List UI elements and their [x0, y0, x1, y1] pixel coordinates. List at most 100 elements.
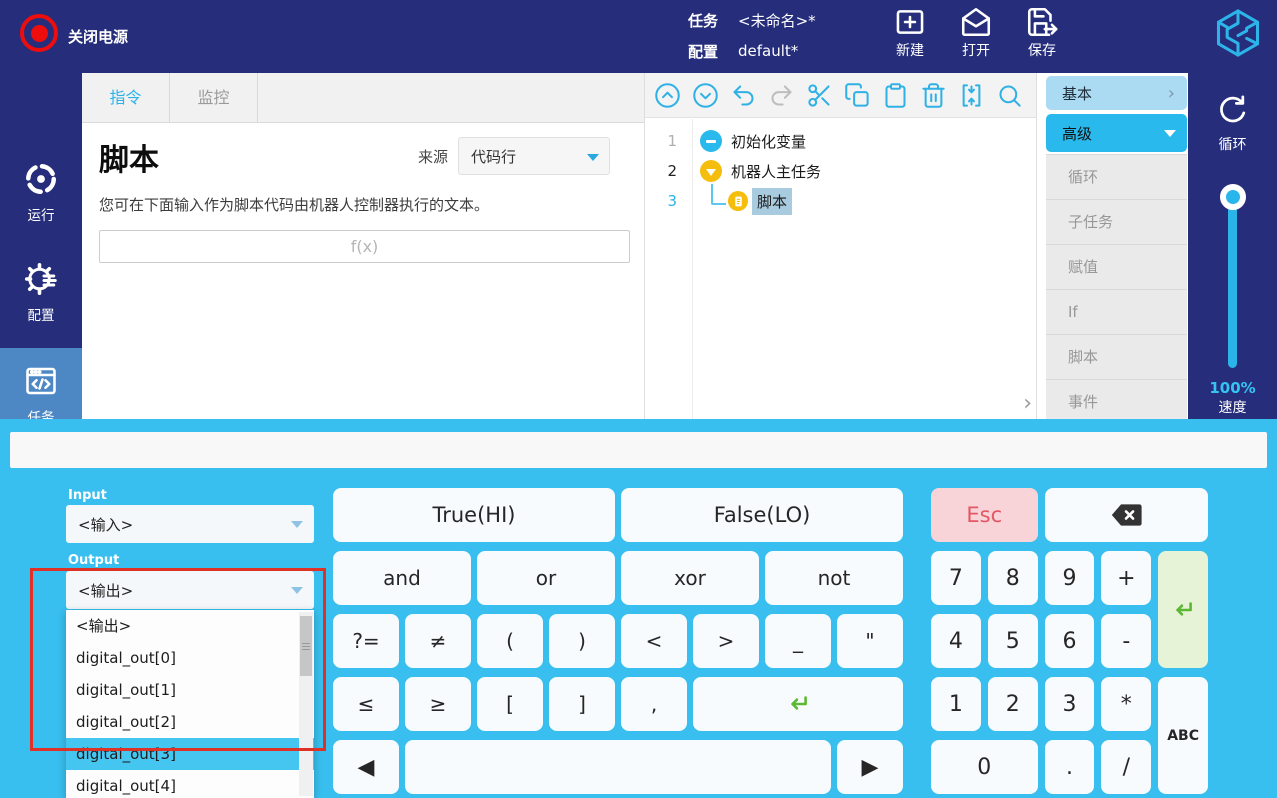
- dropdown-scrollbar[interactable]: [299, 612, 313, 796]
- key-asterisk[interactable]: *: [1101, 677, 1152, 731]
- palette-group-basic[interactable]: 基本 ›: [1046, 76, 1187, 110]
- key-underscore[interactable]: _: [765, 614, 831, 668]
- key-5[interactable]: 5: [987, 614, 1038, 668]
- open-task-button[interactable]: 打开: [959, 5, 993, 60]
- tree-row-init-variables[interactable]: 1 初始化变量: [645, 126, 1036, 156]
- enter-icon: [1170, 597, 1196, 623]
- key-4[interactable]: 4: [931, 614, 981, 668]
- key-minus[interactable]: -: [1101, 614, 1152, 668]
- key-greater-than[interactable]: >: [693, 614, 759, 668]
- chevron-down-icon: [587, 154, 600, 161]
- script-expression-input[interactable]: [99, 230, 630, 263]
- key-2[interactable]: 2: [987, 677, 1038, 731]
- key-bracket-close[interactable]: ]: [549, 677, 615, 731]
- line-number: 3: [667, 192, 677, 210]
- key-paren-close[interactable]: ): [549, 614, 615, 668]
- key-8[interactable]: 8: [987, 551, 1038, 605]
- delete-button[interactable]: [920, 82, 947, 109]
- space-key[interactable]: [405, 740, 831, 794]
- tab-monitor[interactable]: 监控: [170, 73, 258, 122]
- key-greater-equal[interactable]: ≥: [405, 677, 471, 731]
- numpad-enter-key[interactable]: [1158, 551, 1208, 668]
- new-task-button[interactable]: 新建: [893, 5, 927, 60]
- copy-button[interactable]: [844, 82, 871, 109]
- source-label: 来源: [418, 147, 449, 166]
- tree-row-script[interactable]: 3 脚本: [645, 186, 1036, 216]
- move-up-button[interactable]: [654, 82, 681, 109]
- key-quote[interactable]: ": [837, 614, 903, 668]
- source-select[interactable]: 代码行: [458, 137, 611, 175]
- key-1[interactable]: 1: [931, 677, 981, 731]
- expression-input-field[interactable]: [10, 432, 1267, 468]
- open-icon: [959, 5, 993, 39]
- key-plus[interactable]: +: [1101, 551, 1152, 605]
- enter-key[interactable]: [693, 677, 903, 731]
- palette-item-subtask[interactable]: 子任务: [1046, 200, 1187, 245]
- key-dot[interactable]: .: [1044, 740, 1095, 794]
- palette-item-loop[interactable]: 循环: [1046, 155, 1187, 200]
- panel-expand-chevron[interactable]: ›: [1023, 391, 1032, 416]
- cursor-right-key[interactable]: ▶: [837, 740, 903, 794]
- paste-button[interactable]: [882, 82, 909, 109]
- speed-slider-thumb[interactable]: [1220, 184, 1246, 210]
- scrollbar-thumb[interactable]: [300, 616, 312, 676]
- key-not[interactable]: not: [765, 551, 903, 605]
- redo-button[interactable]: [768, 82, 795, 109]
- script-node-icon: [728, 191, 748, 211]
- tab-instruction[interactable]: 指令: [82, 73, 170, 122]
- line-number: 1: [667, 132, 677, 150]
- esc-key[interactable]: Esc: [931, 488, 1038, 542]
- palette-item-assign[interactable]: 赋值: [1046, 245, 1187, 290]
- dropdown-option[interactable]: digital_out[0]: [66, 642, 314, 674]
- key-comma[interactable]: ,: [621, 677, 687, 731]
- key-3[interactable]: 3: [1044, 677, 1095, 731]
- dropdown-option-highlighted[interactable]: digital_out[3]: [66, 738, 314, 770]
- key-or[interactable]: or: [477, 551, 615, 605]
- search-button[interactable]: [996, 82, 1023, 109]
- backspace-key[interactable]: [1044, 488, 1208, 542]
- key-6[interactable]: 6: [1044, 614, 1095, 668]
- key-less-equal[interactable]: ≤: [333, 677, 399, 731]
- key-7[interactable]: 7: [931, 551, 981, 605]
- key-slash[interactable]: /: [1101, 740, 1152, 794]
- undo-button[interactable]: [730, 82, 757, 109]
- dropdown-option[interactable]: digital_out[1]: [66, 674, 314, 706]
- gear-icon: [23, 261, 59, 297]
- backspace-icon: [1109, 502, 1143, 528]
- cursor-left-key[interactable]: ◀: [333, 740, 399, 794]
- key-true-hi[interactable]: True(HI): [333, 488, 615, 542]
- key-xor[interactable]: xor: [621, 551, 759, 605]
- key-and[interactable]: and: [333, 551, 471, 605]
- dropdown-option[interactable]: <输出>: [66, 610, 314, 642]
- code-window-icon: [23, 363, 59, 399]
- key-0[interactable]: 0: [931, 740, 1038, 794]
- power-button[interactable]: [20, 14, 58, 52]
- palette-group-label: 高级: [1062, 124, 1093, 143]
- dropdown-option[interactable]: digital_out[2]: [66, 706, 314, 738]
- move-down-button[interactable]: [692, 82, 719, 109]
- abc-mode-key[interactable]: ABC: [1158, 677, 1208, 794]
- speed-slider-track[interactable]: [1228, 190, 1237, 368]
- key-false-lo[interactable]: False(LO): [621, 488, 903, 542]
- key-less-than[interactable]: <: [621, 614, 687, 668]
- palette-group-advanced[interactable]: 高级: [1046, 114, 1187, 152]
- dropdown-option[interactable]: digital_out[4]: [66, 770, 314, 798]
- output-select-value: <输出>: [78, 581, 134, 600]
- collapse-button[interactable]: [958, 82, 985, 109]
- key-paren-open[interactable]: (: [477, 614, 543, 668]
- speed-label: 速度: [1218, 400, 1247, 416]
- key-bracket-open[interactable]: [: [477, 677, 543, 731]
- sidebar-item-run[interactable]: 运行: [0, 161, 82, 224]
- tree-row-main-task[interactable]: 2 机器人主任务: [645, 156, 1036, 186]
- palette-item-if[interactable]: If: [1046, 290, 1187, 335]
- input-select[interactable]: <输入>: [66, 505, 314, 543]
- key-not-equal[interactable]: ≠: [405, 614, 471, 668]
- save-task-button[interactable]: 保存: [1025, 5, 1059, 60]
- key-assign-compare[interactable]: ?=: [333, 614, 399, 668]
- key-9[interactable]: 9: [1044, 551, 1095, 605]
- sidebar-item-config[interactable]: 配置: [0, 261, 82, 324]
- cut-button[interactable]: [806, 82, 833, 109]
- palette-item-script[interactable]: 脚本: [1046, 335, 1187, 380]
- output-select[interactable]: <输出>: [66, 571, 314, 609]
- loop-mode-icon[interactable]: [1216, 93, 1249, 126]
